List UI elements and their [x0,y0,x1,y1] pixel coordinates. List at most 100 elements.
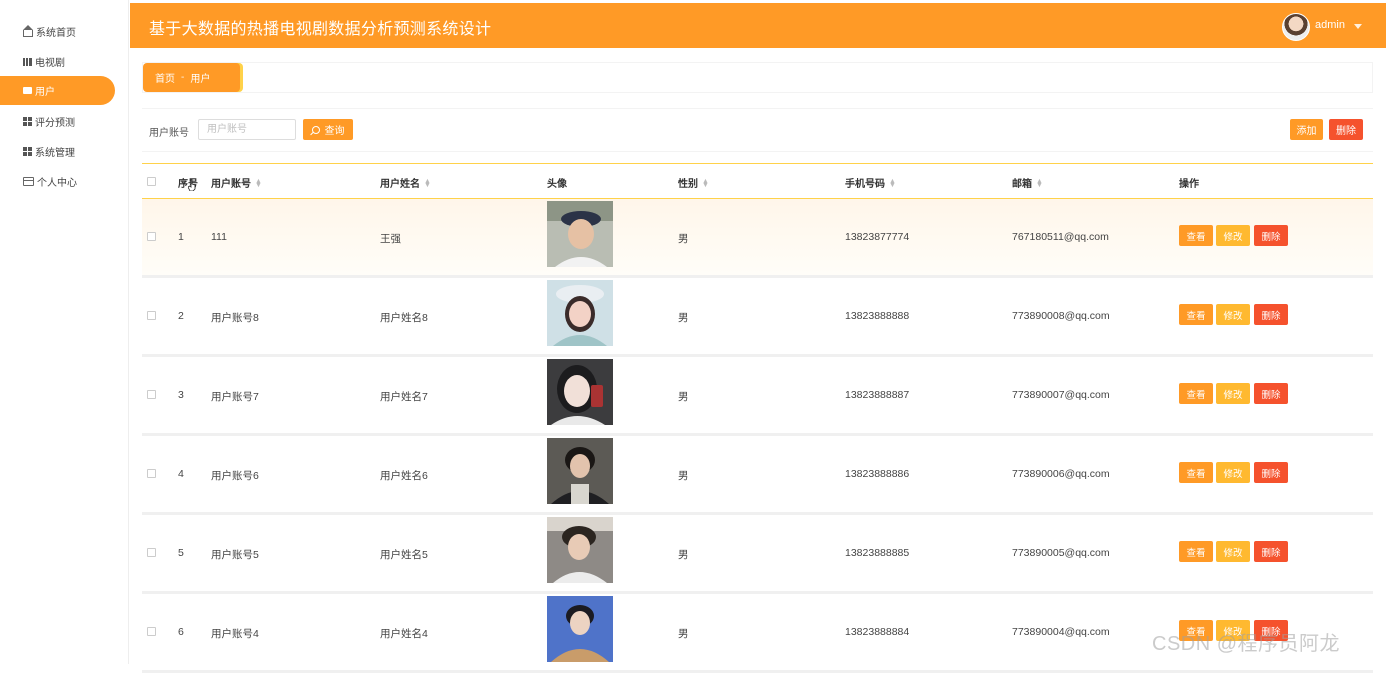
cell-account: 用户账号7 [211,391,259,403]
cell-index: 2 [178,310,184,322]
cell-name: 用户姓名8 [380,312,428,324]
cell-gender: 男 [678,628,689,640]
sort-icon[interactable]: ▲ ▼ [255,178,262,189]
cell-index: 4 [178,468,184,480]
col-header-account[interactable]: 用户账号 ▲ ▼ [211,175,262,190]
view-button[interactable]: 查看 [1179,541,1213,562]
cell-account: 用户账号4 [211,628,259,640]
user-avatar-photo [547,280,613,346]
search-input[interactable] [198,119,296,140]
col-header-gender[interactable]: 性别 ▲ ▼ [678,175,709,190]
sidebar-item-users[interactable]: 用户 [0,76,115,105]
col-header-email[interactable]: 邮箱 ▲ ▼ [1012,175,1043,190]
breadcrumb-home[interactable]: 首页 [155,70,175,85]
user-avatar-photo [547,596,613,662]
cell-phone: 13823888887 [845,389,910,401]
cell-index: 1 [178,231,184,243]
col-header-name[interactable]: 用户姓名 ▲ ▼ [380,175,431,190]
col-header-label: 邮箱 [1012,179,1032,190]
user-avatar-photo [547,201,613,267]
top-header: 基于大数据的热播电视剧数据分析预测系统设计 admin [130,3,1386,48]
cell-account: 111 [211,231,227,243]
chat-icon [23,87,32,94]
cell-gender: 男 [678,549,689,561]
sidebar-item-label: 用户 [35,87,55,98]
table-row: 3 用户账号7 用户姓名7 男 13823888887 773890007@qq… [142,357,1373,436]
cell-email: 773890007@qq.com [1012,389,1110,401]
cell-email: 767180511@qq.com [1012,231,1109,243]
sidebar: 系统首页 电视剧 用户 评分预测 系统管理 个人中心 [0,0,129,664]
cell-phone: 13823888886 [845,468,910,480]
chevron-down-icon[interactable] [1354,24,1362,29]
edit-button[interactable]: 修改 [1216,225,1250,246]
sidebar-item-label: 个人中心 [37,178,77,189]
sidebar-item-profile[interactable]: 个人中心 [0,167,115,196]
cell-email: 773890008@qq.com [1012,310,1110,322]
cell-index: 3 [178,389,184,401]
col-header-actions: 操作 [1179,179,1199,190]
row-checkbox[interactable] [147,232,156,241]
sort-icon[interactable]: ▲ ▼ [1036,178,1043,189]
cell-email: 773890006@qq.com [1012,468,1110,480]
breadcrumb-current: 用户 [190,74,211,85]
row-checkbox[interactable] [147,390,156,399]
cell-name: 用户姓名6 [380,470,428,482]
user-avatar-photo [547,438,613,504]
delete-button[interactable]: 删除 [1254,225,1288,246]
delete-button[interactable]: 删除 [1254,541,1288,562]
card-icon [23,177,34,186]
sidebar-item-system-management[interactable]: 系统管理 [0,137,115,166]
cell-name: 用户姓名4 [380,628,428,640]
user-name[interactable]: admin [1315,19,1345,31]
user-avatar-photo [547,517,613,583]
sort-icon[interactable]: ▲ ▼ [702,178,709,189]
edit-button[interactable]: 修改 [1216,462,1250,483]
avatar[interactable] [1282,13,1310,41]
breadcrumb: 首页 - 用户 [143,63,240,92]
cell-phone: 13823888888 [845,310,910,322]
sidebar-item-tv[interactable]: 电视剧 [0,47,115,76]
view-button[interactable]: 查看 [1179,225,1213,246]
search-bar: 用户账号 查询 添加 删除 [142,108,1373,152]
edit-button[interactable]: 修改 [1216,383,1250,404]
table-header: 序号 用户账号 ▲ ▼ 用户姓名 ▲ ▼ 头像 性别 ▲ ▼ 手机号码 ▲ ▼ 邮箱 ▲ ▼ 操作 [142,163,1373,199]
sidebar-item-rating-prediction[interactable]: 评分预测 [0,107,115,136]
sidebar-item-label: 系统首页 [36,28,76,39]
add-button[interactable]: 添加 [1290,119,1323,140]
row-checkbox[interactable] [147,469,156,478]
grid-icon [23,117,32,126]
view-button[interactable]: 查看 [1179,383,1213,404]
row-checkbox[interactable] [147,548,156,557]
table-row: 4 用户账号6 用户姓名6 男 13823888886 773890006@qq… [142,436,1373,515]
sidebar-item-home[interactable]: 系统首页 [0,17,115,46]
sidebar-item-label: 评分预测 [35,118,75,129]
col-header-label: 手机号码 [845,179,885,190]
row-checkbox[interactable] [147,627,156,636]
delete-button[interactable]: 删除 [1254,462,1288,483]
col-header-label: 用户姓名 [380,179,420,190]
cell-index: 6 [178,626,184,638]
row-checkbox[interactable] [147,311,156,320]
view-button[interactable]: 查看 [1179,462,1213,483]
search-icon [311,125,320,134]
sort-icon[interactable]: ▲ ▼ [889,178,896,189]
col-header-phone[interactable]: 手机号码 ▲ ▼ [845,175,896,190]
view-button[interactable]: 查看 [1179,304,1213,325]
edit-button[interactable]: 修改 [1216,541,1250,562]
home-icon [23,25,33,37]
delete-button[interactable]: 删除 [1254,383,1288,404]
col-header-label: 性别 [678,179,698,190]
cell-email: 773890004@qq.com [1012,626,1110,638]
sidebar-item-label: 电视剧 [35,58,65,69]
delete-button[interactable]: 删除 [1254,304,1288,325]
search-label: 用户账号 [149,128,189,139]
col-header-avatar: 头像 [547,179,567,190]
cell-account: 用户账号5 [211,549,259,561]
cell-email: 773890005@qq.com [1012,547,1110,559]
select-all-checkbox[interactable] [147,177,156,186]
sort-icon[interactable]: ▲ ▼ [424,178,431,189]
edit-button[interactable]: 修改 [1216,304,1250,325]
batch-delete-button[interactable]: 删除 [1329,119,1363,140]
cell-gender: 男 [678,391,689,403]
query-button[interactable]: 查询 [303,119,353,140]
